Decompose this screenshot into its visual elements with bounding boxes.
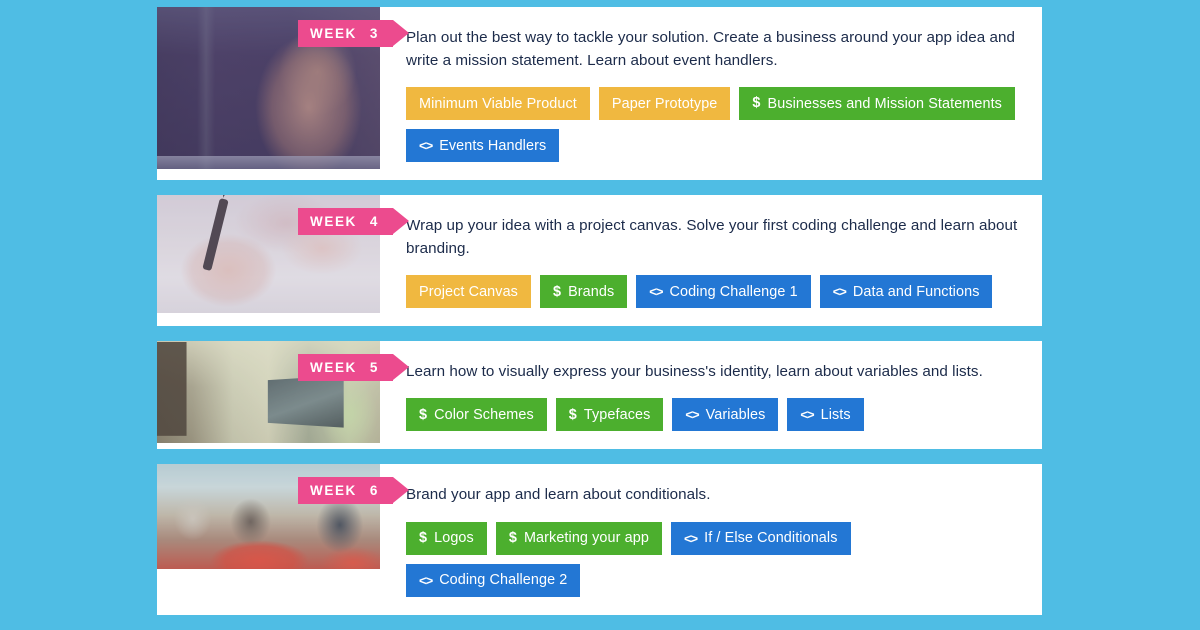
topic-tag-label: If / Else Conditionals bbox=[704, 530, 838, 547]
week-description: Plan out the best way to tackle your sol… bbox=[406, 29, 1015, 70]
dollar-icon: $ bbox=[552, 283, 562, 300]
topic-tag[interactable]: Minimum Viable Product bbox=[406, 87, 590, 121]
week-badge: WEEK 4 bbox=[298, 208, 410, 236]
topic-tag[interactable]: $ Color Schemes bbox=[406, 398, 547, 432]
week-content: Brand your app and learn about condition… bbox=[380, 464, 1042, 614]
week-description: Wrap up your idea with a project canvas.… bbox=[406, 217, 1018, 258]
week-card: WEEK 6 Brand your app and learn about cond… bbox=[157, 464, 1042, 615]
weeks-timeline: WEEK 3 Plan out the best way to tackle you… bbox=[157, 7, 1042, 630]
topic-tag-label: Logos bbox=[434, 530, 474, 547]
dollar-icon: $ bbox=[752, 95, 761, 112]
topic-tag-label: Variables bbox=[705, 406, 766, 423]
week-badge: WEEK 6 bbox=[298, 477, 410, 505]
week-topic-list: $ Color Schemes $ Typefaces <> Variables <> Lis… bbox=[406, 398, 1018, 432]
week-topic-list: Project Canvas $ Brands <> Coding Challenge … bbox=[406, 275, 1018, 309]
code-brackets-icon: <> bbox=[649, 284, 663, 300]
week-badge: WEEK 3 bbox=[298, 20, 410, 47]
code-brackets-icon: <> bbox=[832, 284, 847, 300]
topic-tag[interactable]: Project Canvas bbox=[406, 275, 531, 309]
week-badge-number: 6 bbox=[369, 483, 380, 499]
topic-tag-label: Project Canvas bbox=[419, 283, 518, 300]
week-content: Learn how to visually express your busin… bbox=[380, 341, 1042, 449]
topic-tag[interactable]: $ Logos bbox=[406, 521, 487, 555]
topic-tag[interactable]: <> Coding Challenge 2 bbox=[406, 563, 581, 597]
topic-tag-label: Coding Challenge 2 bbox=[439, 572, 568, 589]
week-topic-list: Minimum Viable Product Paper Prototype $ Bu… bbox=[406, 87, 1018, 163]
topic-tag[interactable]: <> Data and Functions bbox=[819, 275, 993, 309]
dollar-icon: $ bbox=[568, 406, 577, 423]
week-badge-number: 3 bbox=[369, 26, 380, 41]
week-card: WEEK 4 Wrap up your idea with a project ca… bbox=[157, 195, 1042, 327]
topic-tag-label: Marketing your app bbox=[523, 530, 649, 547]
week-content: Plan out the best way to tackle your sol… bbox=[380, 7, 1042, 180]
week-badge-number: 4 bbox=[369, 214, 380, 230]
week-topic-list: $ Logos $ Marketing your app <> If / Else Con… bbox=[406, 521, 1018, 597]
topic-tag-label: Coding Challenge 1 bbox=[669, 283, 798, 300]
topic-tag[interactable]: $ Businesses and Mission Statements bbox=[739, 87, 1015, 121]
topic-tag[interactable]: <> Events Handlers bbox=[406, 129, 560, 163]
code-brackets-icon: <> bbox=[419, 138, 433, 154]
week-description: Learn how to visually express your busin… bbox=[406, 363, 983, 381]
topic-tag[interactable]: Paper Prototype bbox=[598, 87, 731, 121]
dollar-icon: $ bbox=[419, 406, 428, 423]
topic-tag-label: Data and Functions bbox=[852, 283, 980, 300]
week-card: WEEK 3 Plan out the best way to tackle you… bbox=[157, 7, 1042, 181]
week-badge-label: WEEK bbox=[310, 483, 357, 499]
topic-tag-label: Color Schemes bbox=[434, 406, 534, 423]
dollar-icon: $ bbox=[419, 529, 428, 546]
topic-tag-label: Lists bbox=[820, 406, 851, 423]
week-description: Brand your app and learn about condition… bbox=[406, 486, 711, 504]
topic-tag-label: Events Handlers bbox=[439, 137, 547, 154]
week-badge: WEEK 5 bbox=[298, 354, 410, 382]
topic-tag-label: Businesses and Mission Statements bbox=[767, 95, 1002, 112]
week-card: WEEK 5 Learn how to visually express your … bbox=[157, 341, 1042, 450]
week-badge-label: WEEK bbox=[310, 214, 357, 230]
code-brackets-icon: <> bbox=[800, 407, 814, 423]
topic-tag[interactable]: $ Typefaces bbox=[555, 398, 664, 432]
topic-tag-label: Paper Prototype bbox=[611, 95, 718, 112]
topic-tag[interactable]: <> Lists bbox=[787, 398, 864, 432]
dollar-icon: $ bbox=[508, 529, 517, 546]
code-brackets-icon: <> bbox=[419, 572, 433, 588]
topic-tag[interactable]: $ Marketing your app bbox=[495, 521, 662, 555]
topic-tag[interactable]: <> If / Else Conditionals bbox=[670, 521, 851, 555]
topic-tag[interactable]: $ Brands bbox=[539, 275, 628, 309]
topic-tag[interactable]: <> Coding Challenge 1 bbox=[636, 275, 811, 309]
week-badge-label: WEEK bbox=[310, 360, 357, 376]
topic-tag-label: Brands bbox=[568, 283, 615, 300]
topic-tag-label: Minimum Viable Product bbox=[419, 95, 577, 112]
week-badge-number: 5 bbox=[369, 360, 380, 376]
week-content: Wrap up your idea with a project canvas.… bbox=[380, 195, 1042, 326]
topic-tag-label: Typefaces bbox=[583, 406, 651, 423]
code-brackets-icon: <> bbox=[685, 407, 699, 423]
week-badge-label: WEEK bbox=[310, 26, 357, 41]
topic-tag[interactable]: <> Variables bbox=[672, 398, 779, 432]
